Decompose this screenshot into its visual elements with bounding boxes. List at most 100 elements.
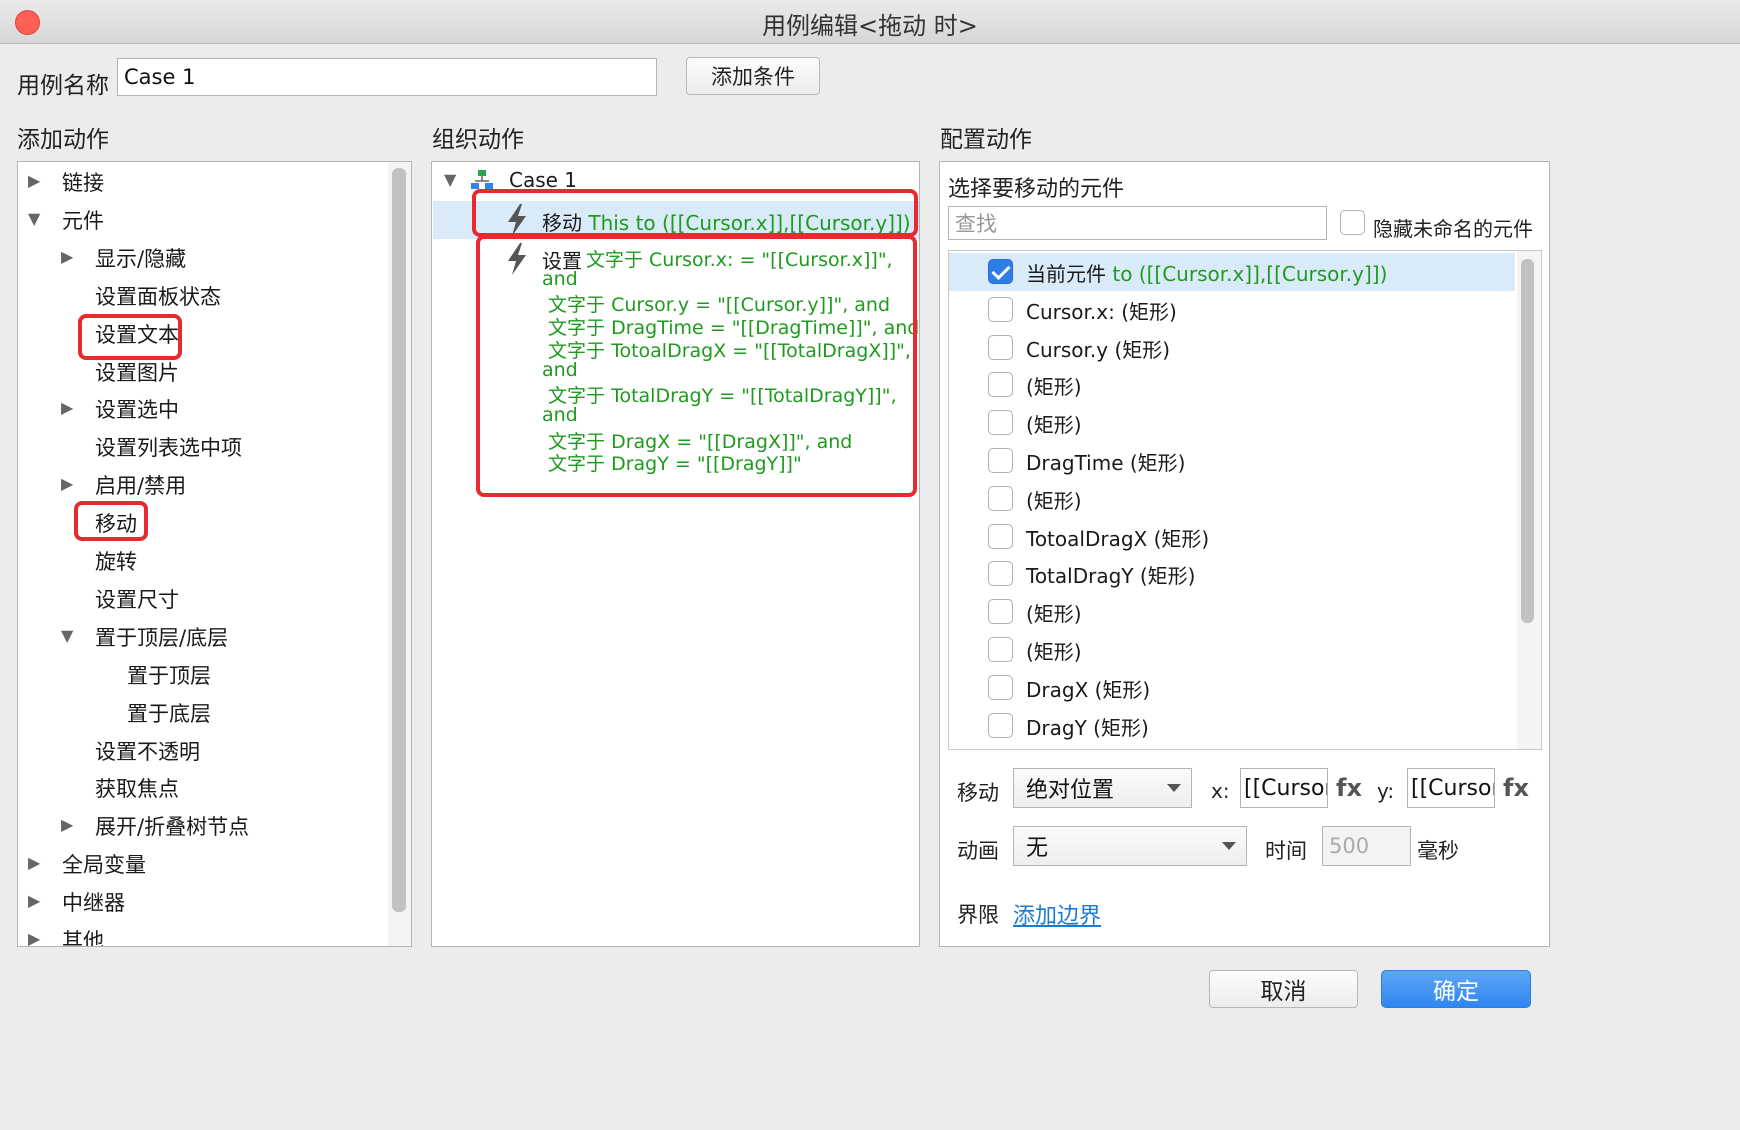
widget-list-row[interactable]: (矩形) (949, 631, 1515, 669)
add-actions-heading: 添加动作 (17, 127, 109, 153)
widget-scroll-thumb[interactable] (1521, 259, 1534, 623)
widget-list-row[interactable]: DragY (矩形) (949, 707, 1515, 745)
widget-list-row[interactable]: 当前元件 to ([[Cursor.x]],[[Cursor.y]]) (949, 253, 1515, 291)
widget-name: TotalDragY (矩形) (1026, 564, 1196, 589)
widget-checkbox[interactable] (988, 561, 1013, 587)
action-tree-item[interactable]: 设置面板状态 (95, 281, 221, 311)
window-title: 用例编辑<拖动 时> (762, 12, 978, 40)
add-actions-tree[interactable]: ▶ 链接 ▼ 元件 ▶ 显示/隐藏 设置面板状态 设置文本 设置图片 ▶ 设置选中 设置列表选中项 ▶ 启… (17, 161, 412, 947)
highlight-set-action (476, 235, 917, 497)
widget-name: Cursor.y (矩形) (1026, 337, 1171, 362)
widget-checkbox[interactable] (988, 410, 1013, 436)
ok-button[interactable]: 确定 (1381, 970, 1531, 1008)
widget-list-row[interactable]: Cursor.x: (矩形) (949, 291, 1515, 329)
y-input[interactable]: [[Cursor (1407, 768, 1495, 808)
action-tree-item[interactable]: 置于顶层/底层 (95, 622, 228, 652)
widget-label: Cursor.x: (矩形) (1026, 296, 1177, 325)
title-bar: 用例编辑<拖动 时> (0, 0, 1740, 44)
widget-list-row[interactable]: TotoalDragX (矩形) (949, 518, 1515, 556)
action-tree-item[interactable]: 链接 (62, 167, 104, 197)
y-fx-button[interactable]: fx (1503, 774, 1529, 802)
widget-label: 当前元件 to ([[Cursor.x]],[[Cursor.y]]) (1026, 258, 1387, 287)
widget-list-row[interactable]: (矩形) (949, 404, 1515, 442)
widget-list-row[interactable]: (矩形) (949, 593, 1515, 631)
action-tree-item[interactable]: 旋转 (95, 546, 137, 576)
time-input[interactable]: 500 (1322, 826, 1411, 866)
widget-checkbox[interactable] (988, 448, 1013, 473)
widget-checkbox[interactable] (988, 485, 1013, 511)
collapsed-arrow-icon[interactable]: ▶ (28, 891, 40, 910)
hide-unnamed-checkbox[interactable] (1340, 210, 1365, 235)
animation-select[interactable]: 无 (1013, 826, 1247, 866)
widget-checkbox[interactable] (988, 599, 1013, 625)
action-tree-item[interactable]: 置于顶层 (127, 660, 211, 690)
widget-label: DragY (矩形) (1026, 712, 1149, 741)
cancel-button[interactable]: 取消 (1209, 970, 1358, 1008)
chevron-down-icon (1222, 842, 1236, 850)
widget-name: (矩形) (1026, 375, 1082, 400)
widget-move-target: to ([[Cursor.x]],[[Cursor.y]]) (1106, 262, 1388, 286)
x-fx-button[interactable]: fx (1336, 774, 1362, 802)
action-tree-item[interactable]: 中继器 (62, 887, 125, 917)
action-tree-item[interactable]: 设置不透明 (95, 736, 200, 766)
move-mode-value: 绝对位置 (1026, 778, 1115, 803)
action-tree-item[interactable]: 设置尺寸 (95, 584, 179, 614)
widget-label: DragTime (矩形) (1026, 447, 1185, 476)
collapsed-arrow-icon[interactable]: ▶ (61, 815, 73, 834)
collapsed-arrow-icon[interactable]: ▶ (61, 247, 73, 266)
collapsed-arrow-icon[interactable]: ▶ (28, 929, 40, 946)
expanded-arrow-icon[interactable]: ▼ (61, 626, 73, 645)
case-collapse-icon[interactable]: ▼ (444, 170, 456, 189)
widget-checkbox[interactable] (988, 372, 1013, 398)
widget-search-input[interactable]: 查找 (948, 206, 1327, 240)
widget-list-row[interactable]: DragTime (矩形) (949, 442, 1515, 480)
action-tree-item[interactable]: 启用/禁用 (95, 470, 186, 500)
action-tree-item[interactable]: 设置列表选中项 (95, 432, 242, 462)
widget-name: DragTime (矩形) (1026, 451, 1186, 475)
widget-list[interactable]: 当前元件 to ([[Cursor.x]],[[Cursor.y]]) Curso… (948, 250, 1542, 750)
move-mode-select[interactable]: 绝对位置 (1013, 768, 1192, 808)
widget-list-row[interactable]: Cursor.y (矩形) (949, 329, 1515, 367)
select-widget-label: 选择要移动的元件 (948, 177, 1125, 202)
configure-actions-heading: 配置动作 (940, 127, 1032, 153)
collapsed-arrow-icon[interactable]: ▶ (61, 474, 73, 493)
widget-label: (矩形) (1026, 485, 1082, 514)
highlight-set-text (78, 314, 182, 360)
widget-checkbox[interactable] (988, 674, 1013, 700)
widget-name: Cursor.x: (矩形) (1026, 299, 1177, 324)
action-tree-item[interactable]: 其他 (62, 925, 104, 946)
collapsed-arrow-icon[interactable]: ▶ (61, 398, 73, 417)
widget-checkbox[interactable] (988, 637, 1013, 662)
widget-label: (矩形) (1026, 636, 1082, 665)
action-tree-item[interactable]: 置于底层 (127, 698, 211, 728)
widget-list-row[interactable]: TotalDragY (矩形) (949, 555, 1515, 593)
action-tree-item[interactable]: 显示/隐藏 (95, 243, 186, 273)
action-tree-item[interactable]: 元件 (62, 205, 104, 235)
left-scroll-thumb[interactable] (392, 168, 406, 912)
case-tree-icon (471, 170, 493, 189)
action-tree-item[interactable]: 全局变量 (62, 849, 146, 879)
organize-actions-heading: 组织动作 (432, 127, 524, 153)
widget-name: TotoalDragX (矩形) (1026, 526, 1210, 551)
widget-checkbox[interactable] (988, 523, 1013, 549)
widget-checkbox[interactable] (988, 259, 1013, 284)
move-mode-label: 移动 (957, 781, 999, 805)
widget-list-row[interactable]: DragX (矩形) (949, 669, 1515, 707)
widget-checkbox[interactable] (988, 334, 1013, 360)
widget-list-row[interactable]: (矩形) (949, 480, 1515, 518)
collapsed-arrow-icon[interactable]: ▶ (28, 853, 40, 872)
add-bounds-link[interactable]: 添加边界 (1013, 898, 1101, 930)
action-tree-item[interactable]: 获取焦点 (95, 773, 179, 803)
action-tree-item[interactable]: 展开/折叠树节点 (95, 811, 249, 841)
expanded-arrow-icon[interactable]: ▼ (28, 209, 40, 228)
widget-name: (矩形) (1026, 602, 1082, 627)
add-condition-button[interactable]: 添加条件 (686, 57, 820, 95)
widget-list-row[interactable]: (矩形) (949, 366, 1515, 404)
x-input[interactable]: [[Cursor (1240, 768, 1328, 808)
action-tree-item[interactable]: 设置图片 (95, 357, 179, 387)
case-name-input[interactable]: Case 1 (117, 58, 657, 96)
widget-checkbox[interactable] (988, 712, 1013, 738)
action-tree-item[interactable]: 设置选中 (95, 394, 179, 424)
widget-checkbox[interactable] (988, 296, 1013, 322)
collapsed-arrow-icon[interactable]: ▶ (28, 171, 40, 190)
